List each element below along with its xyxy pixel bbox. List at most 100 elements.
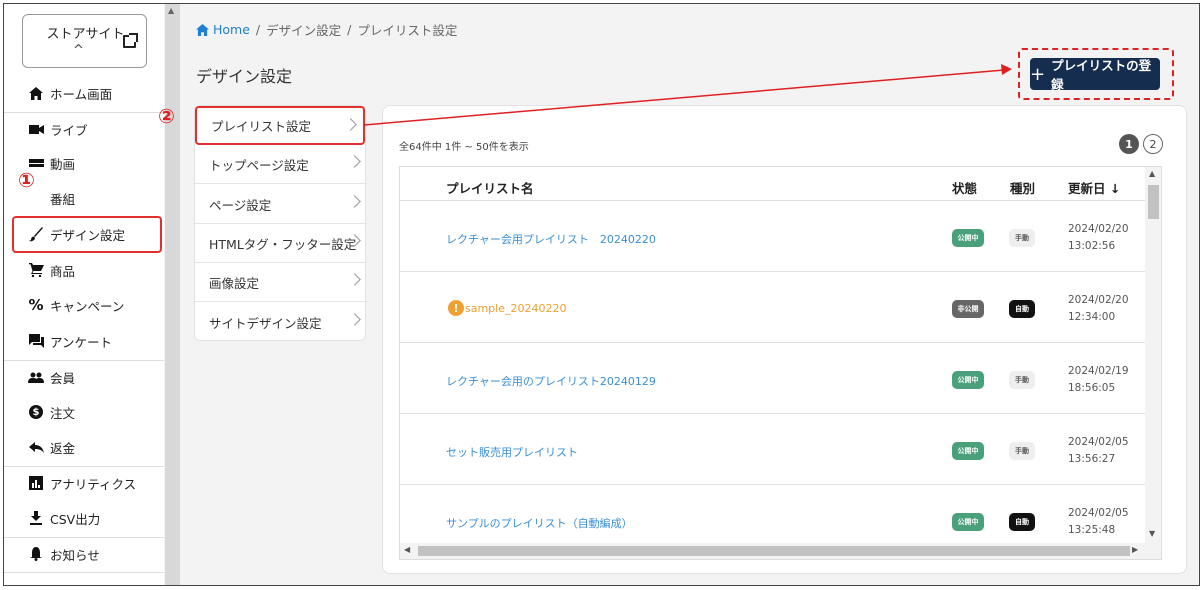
sidebar-item-label: キャンペーン (50, 298, 125, 314)
brush-icon (28, 227, 44, 243)
step-2-annotation: ② (158, 104, 175, 128)
chevron-up-icon: ^ (73, 43, 84, 58)
sidebar-scrollbar[interactable]: ▲ (165, 4, 180, 585)
chevron-right-icon (348, 313, 361, 326)
sidebar-item-label: ホーム画面 (50, 86, 113, 102)
sidebar-item-csv-export[interactable]: CSV出力 (4, 501, 164, 535)
updated-date: 2024/02/19 18:56:05 (1068, 365, 1129, 394)
submenu-item-playlist[interactable]: プレイリスト設定 (195, 106, 365, 145)
home-icon (196, 23, 209, 36)
store-site-button[interactable]: ストアサイト ^ (22, 14, 147, 68)
scroll-right-icon[interactable]: ▶ (1132, 545, 1138, 554)
chevron-right-icon (348, 195, 361, 208)
divider (4, 572, 164, 573)
sidebar-item-notifications[interactable]: お知らせ (4, 537, 164, 571)
scroll-thumb[interactable] (418, 546, 1130, 556)
type-badge: 手動 (1009, 371, 1035, 389)
sidebar-item-label: 番組 (50, 191, 76, 207)
updated-date: 2024/02/20 12:34:00 (1068, 294, 1129, 323)
submenu-item-label: HTMLタグ・フッター設定 (209, 236, 357, 252)
sidebar-item-products[interactable]: 商品 (4, 253, 164, 287)
col-header-updated[interactable]: 更新日 ↓ (1068, 178, 1120, 197)
scroll-up-icon[interactable]: ▲ (1149, 169, 1155, 178)
external-link-icon (123, 33, 138, 48)
table-row[interactable]: レクチャー会用プレイリスト 20240220 公開中 手動 2024/02/20… (400, 201, 1145, 272)
status-badge: 公開中 (952, 371, 984, 389)
submenu-item-image[interactable]: 画像設定 (195, 263, 367, 302)
sidebar-item-refund[interactable]: 返金 (4, 430, 164, 464)
submenu-item-html-tag-footer[interactable]: HTMLタグ・フッター設定 (195, 224, 367, 263)
breadcrumb-design-settings[interactable]: デザイン設定 (266, 20, 341, 39)
sidebar-item-design-settings[interactable]: デザイン設定 (12, 216, 162, 253)
updated-date: 2024/02/05 13:25:48 (1068, 507, 1129, 536)
submenu-item-label: ページ設定 (209, 197, 272, 213)
sidebar-item-label: 会員 (50, 370, 76, 386)
playlist-name-link[interactable]: レクチャー会用プレイリスト 20240220 (446, 231, 656, 247)
scroll-left-icon[interactable]: ◀ (404, 545, 410, 554)
chevron-right-icon (348, 273, 361, 286)
table-horizontal-scrollbar[interactable]: ◀ ▶ (400, 543, 1161, 559)
dollar-icon: $ (28, 404, 44, 420)
status-badge: 公開中 (952, 229, 984, 247)
playlist-table: プレイリスト名 状態 種別 更新日 ↓ レクチャー会用プレイリスト 202402… (399, 166, 1162, 560)
submenu-item-site-design[interactable]: サイトデザイン設定 (195, 303, 367, 342)
sidebar-item-label: 返金 (50, 440, 76, 456)
sidebar-item-analytics[interactable]: アナリティクス (4, 466, 164, 500)
sidebar-item-label: ライブ (50, 122, 88, 138)
submenu-item-label: トップページ設定 (209, 157, 309, 173)
playlist-name-link[interactable]: サンプルのプレイリスト（自動編成） (446, 515, 633, 531)
breadcrumb-home-link[interactable]: Home (196, 22, 250, 37)
members-icon (28, 369, 44, 385)
scroll-down-icon[interactable]: ▼ (1149, 529, 1155, 538)
type-badge: 手動 (1009, 229, 1035, 247)
status-badge: 非公開 (952, 300, 984, 318)
plus-icon: + (1030, 63, 1046, 85)
type-badge: 自動 (1009, 300, 1035, 318)
sidebar-item-survey[interactable]: アンケート (4, 324, 164, 358)
sidebar-item-campaign[interactable]: % キャンペーン (4, 288, 164, 322)
table-row[interactable]: レクチャー会用のプレイリスト20240129 公開中 手動 2024/02/19… (400, 343, 1145, 414)
submenu-item-label: 画像設定 (209, 275, 260, 291)
video-camera-icon (28, 121, 44, 137)
sidebar-item-orders[interactable]: $ 注文 (4, 395, 164, 429)
breadcrumb-home-label: Home (213, 22, 250, 37)
chevron-right-icon (344, 118, 357, 131)
col-header-status[interactable]: 状態 (952, 178, 977, 197)
sidebar: ストアサイト ^ ホーム画面 ライブ 動画 番組 ① デザイン設定 商品 % キ… (4, 4, 164, 585)
submenu-item-top-page[interactable]: トップページ設定 (195, 145, 367, 184)
download-icon (28, 510, 44, 526)
page-1-button[interactable]: 1 (1119, 134, 1139, 154)
home-icon (28, 85, 44, 101)
table-header: プレイリスト名 状態 種別 更新日 ↓ (400, 167, 1145, 201)
table-vertical-scrollbar[interactable]: ▲ ▼ (1145, 167, 1161, 544)
page-title: デザイン設定 (196, 67, 293, 86)
chat-icon (28, 333, 44, 349)
submenu-item-page[interactable]: ページ設定 (195, 185, 367, 224)
updated-date: 2024/02/20 13:02:56 (1068, 223, 1129, 252)
playlist-name-link[interactable]: レクチャー会用のプレイリスト20240129 (446, 373, 656, 389)
design-settings-submenu: プレイリスト設定 トップページ設定 ページ設定 HTMLタグ・フッター設定 画像… (194, 105, 367, 342)
warning-icon: ! (448, 300, 464, 316)
add-playlist-button[interactable]: + プレイリストの登録 (1030, 58, 1160, 92)
sidebar-item-live[interactable]: ライブ (4, 112, 164, 146)
sidebar-item-label: デザイン設定 (50, 228, 126, 243)
percent-icon: % (28, 296, 44, 314)
playlist-name-link[interactable]: セット販売用プレイリスト (446, 444, 578, 460)
playlist-name-link[interactable]: ! sample_20240220 (448, 300, 566, 316)
col-header-type[interactable]: 種別 (1010, 178, 1035, 197)
playlist-card: 全64件中 1件 ~ 50件を表示 1 2 プレイリスト名 状態 種別 更新日 … (382, 105, 1187, 574)
sidebar-item-home[interactable]: ホーム画面 (4, 76, 164, 110)
table-row[interactable]: ! sample_20240220 非公開 自動 2024/02/20 12:34:… (400, 272, 1145, 343)
program-icon (28, 190, 44, 206)
table-row[interactable]: セット販売用プレイリスト 公開中 手動 2024/02/05 13:56:27 (400, 414, 1145, 485)
app-window: ストアサイト ^ ホーム画面 ライブ 動画 番組 ① デザイン設定 商品 % キ… (3, 3, 1200, 586)
breadcrumb-separator: / (255, 22, 261, 37)
type-badge: 手動 (1009, 442, 1035, 460)
breadcrumb-separator: / (347, 22, 352, 37)
chevron-right-icon (348, 155, 361, 168)
sidebar-item-members[interactable]: 会員 (4, 360, 164, 394)
page-2-button[interactable]: 2 (1143, 134, 1163, 154)
status-badge: 公開中 (952, 513, 984, 531)
scroll-thumb[interactable] (1148, 185, 1159, 219)
col-header-name[interactable]: プレイリスト名 (446, 178, 534, 197)
